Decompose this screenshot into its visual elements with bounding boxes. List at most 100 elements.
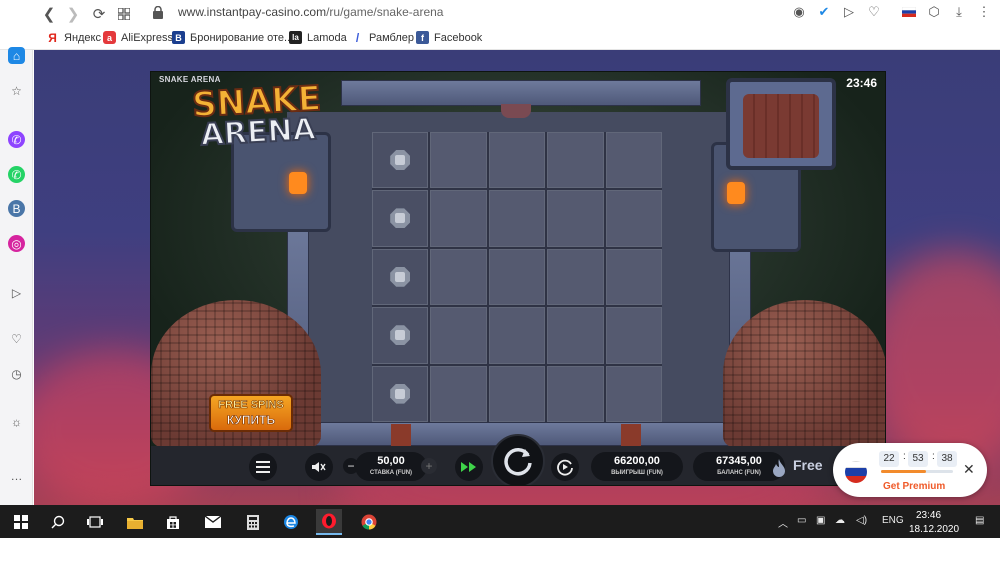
buy-free-spins-button[interactable]: FREE SPINS КУПИТЬ [209,394,293,432]
bookmark-rambler[interactable]: / Рамблер [351,31,414,45]
instagram-icon[interactable]: ◎ [8,235,25,252]
taskbar-date[interactable]: 18.12.2020 [909,524,959,535]
search-icon[interactable] [45,509,71,535]
close-icon[interactable]: ✕ [963,461,975,478]
bookmark-facebook[interactable]: f Facebook [416,31,482,44]
notifications-icon[interactable]: ▤ [975,515,984,526]
network-icon[interactable]: ▣ [816,515,825,526]
chrome-icon[interactable] [356,509,382,535]
bookmark-booking[interactable]: B Бронирование оте... [172,31,293,44]
volume-icon[interactable]: ◁) [856,515,867,526]
taskbar-time[interactable]: 23:46 [916,510,941,521]
opera-icon[interactable] [316,509,342,535]
reel-cell [430,365,487,422]
countdown-minutes: 53 [908,451,928,467]
bet-value: 50,00 [377,455,405,467]
bet-display: 50,00 СТАВКА (FUN) [355,452,427,481]
reel-cell [488,190,546,247]
browser-toolbar: ❮ ❯ ⟳ www.instantpay-casino.com/ru/game/… [0,0,1000,28]
language-indicator[interactable]: ENG [882,515,904,526]
facebook-icon: f [416,31,429,44]
countdown-separator: : [932,451,935,462]
cube-icon[interactable]: ⬡ [926,4,942,20]
file-explorer-icon[interactable] [122,509,148,535]
reel-cell [547,132,604,189]
edge-icon[interactable] [278,509,304,535]
fast-forward-icon[interactable] [455,453,483,481]
gem-symbol [390,208,411,229]
windows-start-icon[interactable] [8,509,34,535]
menu-icon[interactable]: ⋮ [976,4,992,20]
mute-icon[interactable] [305,453,333,481]
back-icon[interactable]: ❮ [38,3,60,25]
gate-left [391,424,411,446]
countdown-hours: 22 [879,451,899,467]
aliexpress-icon: a [103,31,116,44]
premium-widget[interactable]: 22 : 53 : 38 Get Premium ✕ [833,443,987,497]
bookmark-aliexpress[interactable]: a AliExpress [103,31,173,44]
reel-cell [488,307,546,364]
game-frame[interactable]: SNAKE ARENA SNAKE ARENA 23:46 FREE SPINS… [150,71,886,486]
player-icon[interactable]: ▷ [8,284,25,301]
tray-chevron-icon[interactable]: ︿ [778,515,788,530]
free-label[interactable]: Free [793,457,823,473]
russia-flag-icon[interactable] [901,4,917,20]
bookmark-label: Бронирование оте... [190,31,294,44]
bet-caption: СТАВКА (FUN) [369,470,413,476]
vk-icon[interactable]: B [8,200,25,217]
more-dots-icon[interactable]: … [8,467,25,484]
reel-cell [430,248,487,306]
onedrive-icon[interactable]: ☁ [835,515,845,526]
reel-grid[interactable] [372,132,662,422]
whatsapp-icon[interactable]: ✆ [8,166,25,183]
bet-increase-icon[interactable]: + [421,458,437,474]
lock-icon[interactable] [153,5,163,24]
bookmark-label: Lamoda [307,31,347,44]
gem-symbol [390,383,411,404]
forward-icon[interactable]: ❯ [62,3,84,25]
store-icon[interactable] [160,509,186,535]
calculator-icon[interactable] [240,509,266,535]
rambler-icon: / [351,31,364,45]
reel-cell [605,365,662,422]
download-icon[interactable]: ⤓ [951,4,967,20]
bookmark-label: Яндекс [64,31,101,44]
address-field[interactable]: www.instantpay-casino.com/ru/game/snake-… [178,5,443,19]
messenger-icon[interactable]: ✆ [8,131,25,148]
browser-sidebar: ⌂ ☆ ✆ ✆ B ◎ ▷ ♡ ◷ ☼ … [0,47,33,505]
bookmark-yandex[interactable]: Я Яндекс [46,31,101,45]
history-clock-icon[interactable]: ◷ [8,365,25,382]
bookmark-lamoda[interactable]: la Lamoda [289,31,347,44]
reel-cell [488,248,546,306]
reload-icon[interactable]: ⟳ [88,3,110,25]
game-clock: 23:46 [846,76,877,90]
bookmark-label: AliExpress [121,31,173,44]
favorites-heart-icon[interactable]: ♡ [8,330,25,347]
control-bar: − 50,00 СТАВКА (FUN) + 66200,00 ВЫИГРЫШ … [151,434,885,485]
mail-icon[interactable] [200,509,226,535]
bookmark-label: Facebook [434,31,483,44]
shield-check-icon[interactable]: ✔ [816,4,832,20]
spin-icon[interactable] [491,434,545,485]
bookmark-star-icon[interactable]: ☆ [8,82,25,99]
hamburger-menu-icon[interactable] [249,453,277,481]
get-premium-link[interactable]: Get Premium [883,481,945,492]
task-view-icon[interactable] [82,509,108,535]
url-path: /ru/game/snake-arena [326,5,444,19]
reel-cell [547,307,604,364]
reel-cell [430,307,487,364]
autoplay-icon[interactable] [551,453,579,481]
tabs-grid-icon[interactable] [113,3,135,25]
bookmarks-bar: Я Яндекс a AliExpress B Бронирование оте… [0,28,1000,50]
send-icon[interactable]: ▷ [841,4,857,20]
reel-cell [605,307,662,364]
reel-cell [372,307,429,364]
home-icon[interactable]: ⌂ [8,47,25,64]
bookmark-label: Рамблер [369,31,414,44]
tips-bulb-icon[interactable]: ☼ [8,413,25,430]
right-tower-window [727,182,745,204]
battery-icon[interactable]: ▭ [797,515,806,526]
buy-label: КУПИТЬ [226,413,276,428]
camera-icon[interactable]: ◉ [791,4,807,20]
heart-icon[interactable]: ♡ [866,4,882,20]
